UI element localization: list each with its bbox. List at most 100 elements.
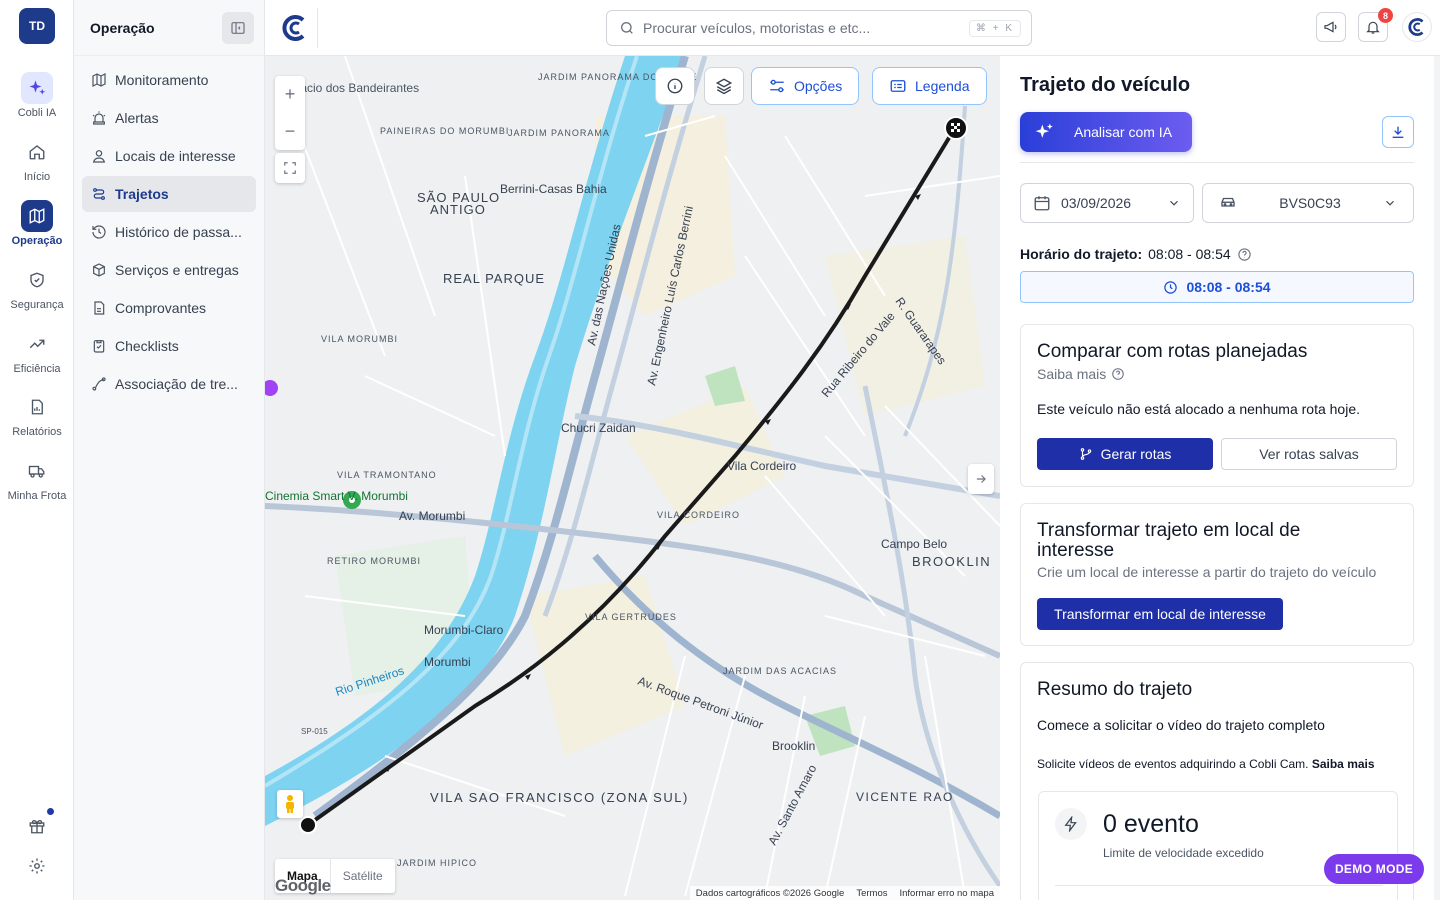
demo-mode-badge[interactable]: DEMO MODE <box>1324 854 1424 884</box>
video-request-text: Comece a solicitar o vídeo do trajeto co… <box>1037 717 1325 733</box>
help-icon[interactable] <box>1237 247 1252 262</box>
map-legend-button[interactable]: Legenda <box>872 67 987 105</box>
shield-icon <box>21 264 53 296</box>
nav-item-label: Monitoramento <box>115 72 209 88</box>
nav-item-monitoramento[interactable]: Monitoramento <box>82 62 256 98</box>
clipboard-check-icon <box>93 340 105 353</box>
svg-text:Morumbi-Claro: Morumbi-Claro <box>424 623 504 637</box>
map-options-button[interactable]: Opções <box>751 67 860 105</box>
cobli-cam-learn-more[interactable]: Saiba mais <box>1312 757 1375 771</box>
svg-text:VILA TRAMONTANO: VILA TRAMONTANO <box>337 470 437 480</box>
chevron-down-icon <box>1170 200 1178 206</box>
svg-text:JARDIM PANORAMA: JARDIM PANORAMA <box>508 128 610 138</box>
user-avatar[interactable]: TD <box>19 8 55 44</box>
nav-item-comprovantes[interactable]: Comprovantes <box>82 290 256 326</box>
settings-icon[interactable] <box>25 854 49 878</box>
terms-link[interactable]: Termos <box>856 888 887 899</box>
map-data-credit: Dados cartográficos ©2026 Google <box>695 887 845 899</box>
rail-item-label: Operação <box>11 235 63 247</box>
saved-routes-button[interactable]: Ver rotas salvas <box>1221 438 1397 470</box>
rail-item-relatorios[interactable]: Relatórios <box>0 391 74 438</box>
notification-count-badge: 8 <box>1378 8 1393 23</box>
report-error-link[interactable]: Informar erro no mapa <box>899 888 994 899</box>
rail-item-label: Minha Frota <box>7 490 67 502</box>
compare-routes-card: Comparar com rotas planejadas Saiba mais… <box>1020 324 1414 487</box>
rail-item-label: Início <box>23 171 51 183</box>
nav-title: Operação <box>90 19 155 36</box>
collapse-sidebar-button[interactable] <box>222 11 254 44</box>
download-button[interactable] <box>1382 116 1414 148</box>
svg-text:Av. Morumbi: Av. Morumbi <box>399 509 465 523</box>
svg-text:ANTIGO: ANTIGO <box>430 202 486 217</box>
rail-item-inicio[interactable]: Início <box>0 136 74 183</box>
zoom-in-button[interactable]: + <box>275 76 305 113</box>
bolt-icon <box>1055 808 1087 840</box>
nav-item-checklists[interactable]: Checklists <box>82 328 256 364</box>
generate-routes-label: Gerar rotas <box>1100 446 1172 462</box>
map-type-satellite[interactable]: Satélite <box>329 859 395 893</box>
notifications-button[interactable]: 8 <box>1358 8 1393 42</box>
search-input[interactable]: Procurar veículos, motoristas e etc... ⌘… <box>606 10 1032 46</box>
svg-text:VILA SAO FRANCISCO (ZONA SUL): VILA SAO FRANCISCO (ZONA SUL) <box>430 790 689 805</box>
expand-panel-button[interactable] <box>968 464 994 494</box>
nav-item-historico[interactable]: Histórico de passa... <box>82 214 256 250</box>
nav-item-label: Trajetos <box>115 186 169 202</box>
cobli-cam-note: Solicite vídeos de eventos adquirindo a … <box>1037 757 1375 771</box>
link-route-icon <box>92 377 106 391</box>
fullscreen-button[interactable] <box>275 153 305 183</box>
search-shortcut: ⌘ + K <box>968 19 1021 37</box>
account-avatar[interactable] <box>1402 12 1432 42</box>
rail-item-cobli-ia[interactable]: Cobli IA <box>0 72 74 119</box>
siren-icon <box>92 111 106 125</box>
analyze-with-ai-button[interactable]: Analisar com IA <box>1020 112 1192 152</box>
nav-item-alertas[interactable]: Alertas <box>82 100 256 136</box>
svg-text:VICENTE RAO: VICENTE RAO <box>856 790 954 804</box>
cobli-logo[interactable] <box>279 12 311 44</box>
fullscreen-icon <box>284 162 296 174</box>
nav-item-servicos[interactable]: Serviços e entregas <box>82 252 256 288</box>
route-time-row: Horário do trajeto: 08:08 - 08:54 <box>1020 246 1252 262</box>
date-picker[interactable]: 03/09/2026 <box>1020 183 1194 223</box>
learn-more-link[interactable]: Saiba mais <box>1037 366 1106 382</box>
clock-icon <box>1164 280 1178 294</box>
zoom-out-button[interactable]: − <box>275 113 305 150</box>
nav-item-associacao[interactable]: Associação de tre... <box>82 366 256 402</box>
route-time-value: 08:08 - 08:54 <box>1148 246 1231 262</box>
announcements-button[interactable] <box>1316 12 1346 42</box>
rail-item-eficiencia[interactable]: Eficiência <box>0 328 74 375</box>
megaphone-icon <box>1324 21 1337 33</box>
transform-poi-button[interactable]: Transformar em local de interesse <box>1037 598 1283 630</box>
nav-item-locais[interactable]: Locais de interesse <box>82 138 256 174</box>
history-icon <box>92 225 106 239</box>
no-route-message: Este veículo não está alocado a nenhuma … <box>1037 401 1360 417</box>
google-logo: Google <box>275 876 331 895</box>
rail-item-label: Cobli IA <box>17 107 57 119</box>
nav-item-trajetos[interactable]: Trajetos <box>82 176 256 212</box>
panel-scrollbar[interactable] <box>1434 56 1440 900</box>
rail-item-minha-frota[interactable]: Minha Frota <box>0 455 74 502</box>
route-map[interactable]: Palácio dos Bandeirantes JARDIM PANORAMA… <box>265 56 1000 900</box>
svg-text:Morumbi: Morumbi <box>424 655 471 669</box>
help-icon[interactable] <box>1111 367 1125 381</box>
map-info-button[interactable] <box>655 67 695 105</box>
location-user-icon <box>92 150 106 163</box>
svg-text:REAL PARQUE: REAL PARQUE <box>443 271 545 286</box>
svg-text:Berrini-Casas Bahia: Berrini-Casas Bahia <box>500 182 607 196</box>
svg-text:VILA CORDEIRO: VILA CORDEIRO <box>657 510 740 520</box>
report-icon <box>21 391 53 423</box>
map-layers-button[interactable] <box>704 67 744 105</box>
gift-icon[interactable] <box>25 814 49 838</box>
svg-text:JARDIM DAS ACACIAS: JARDIM DAS ACACIAS <box>723 666 837 676</box>
sliders-icon <box>770 79 784 93</box>
time-range-button[interactable]: 08:08 - 08:54 <box>1020 271 1414 303</box>
divider <box>1055 885 1383 886</box>
rail-item-operacao[interactable]: Operação <box>0 200 74 247</box>
generate-routes-button[interactable]: Gerar rotas <box>1037 438 1213 470</box>
nav-item-label: Checklists <box>115 338 179 354</box>
vehicle-plate: BVS0C93 <box>1279 195 1341 211</box>
street-view-button[interactable] <box>277 790 303 818</box>
rail-item-seguranca[interactable]: Segurança <box>0 264 74 311</box>
download-icon <box>1392 126 1404 138</box>
svg-text:VILA MORUMBI: VILA MORUMBI <box>321 334 398 344</box>
vehicle-select[interactable]: BVS0C93 <box>1202 183 1414 223</box>
